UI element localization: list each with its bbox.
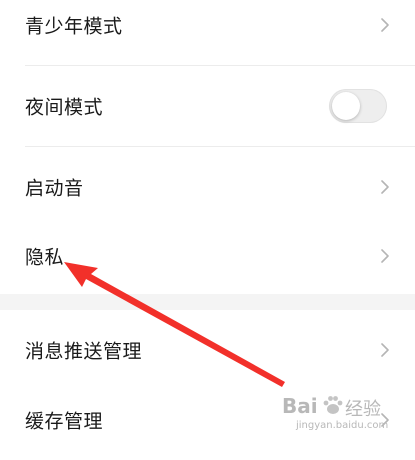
night-mode-toggle[interactable] [329, 89, 387, 123]
settings-item-youth-mode[interactable]: 青少年模式 [0, 0, 415, 65]
settings-item-startup-sound[interactable]: 启动音 [0, 147, 415, 227]
section-gap [0, 294, 415, 310]
watermark-brand-cn: 经验 [345, 399, 381, 420]
settings-item-label: 启动音 [25, 177, 84, 200]
watermark-url: jingyan.baidu.com [296, 420, 389, 431]
settings-item-privacy[interactable]: 隐私 [0, 216, 415, 296]
settings-item-label: 青少年模式 [25, 15, 123, 38]
toggle-knob [332, 92, 360, 120]
settings-item-label: 夜间模式 [25, 96, 104, 119]
settings-item-night-mode: 夜间模式 [0, 66, 415, 146]
watermark-brand: Bai [282, 394, 318, 418]
settings-item-push-notifications[interactable]: 消息推送管理 [0, 310, 415, 390]
chevron-right-icon [381, 180, 389, 194]
chevron-right-icon [381, 249, 389, 263]
chevron-right-icon [381, 343, 389, 357]
paw-icon [323, 396, 343, 414]
settings-item-label: 消息推送管理 [25, 340, 143, 363]
chevron-right-icon [381, 18, 389, 32]
settings-item-label: 缓存管理 [25, 410, 104, 433]
settings-item-label: 隐私 [25, 246, 65, 269]
